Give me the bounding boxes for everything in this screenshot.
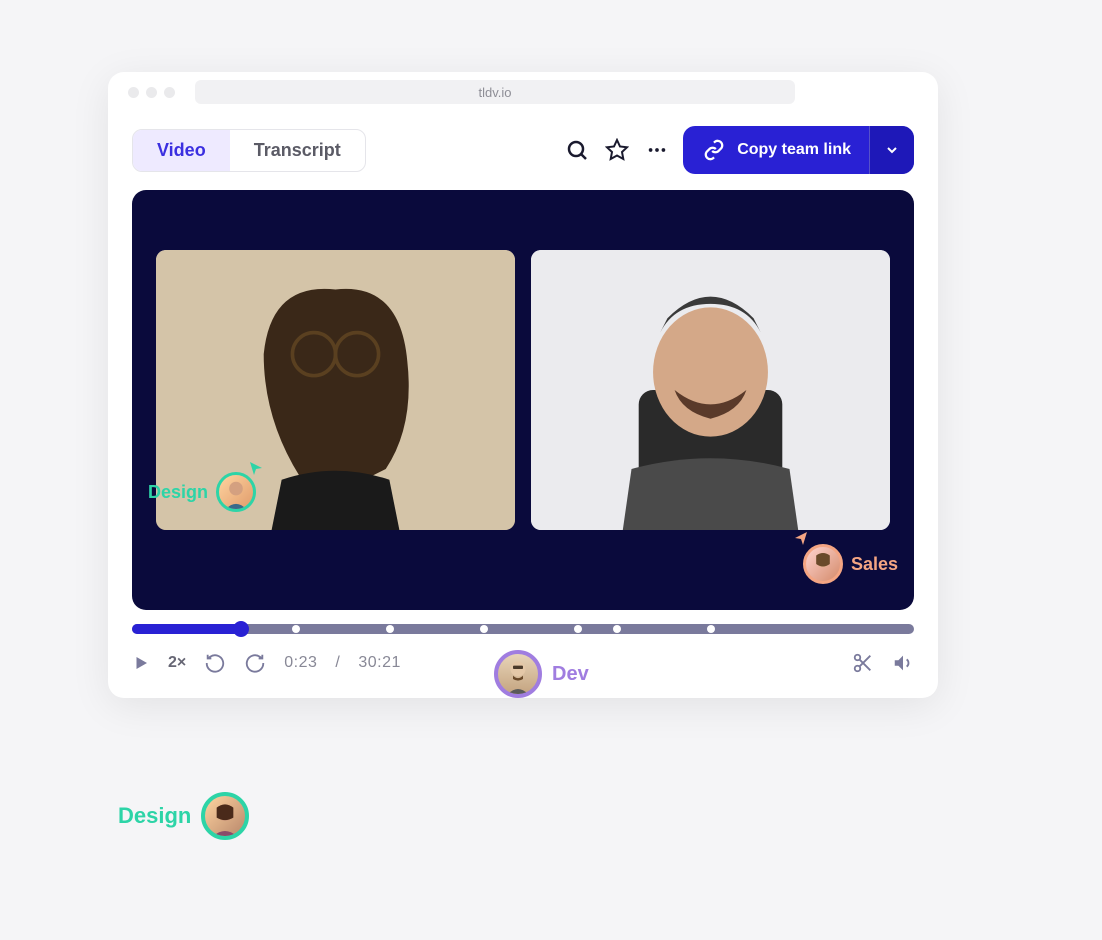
copy-link-chevron[interactable]	[869, 126, 914, 174]
traffic-light-maximize[interactable]	[164, 87, 175, 98]
search-icon[interactable]	[563, 136, 591, 164]
chevron-down-icon	[884, 142, 900, 158]
play-icon[interactable]	[132, 654, 150, 672]
badge-dev-avatar	[494, 650, 542, 698]
badge-dev-label: Dev	[552, 663, 589, 686]
cursor-pointer-icon	[235, 792, 249, 802]
traffic-light-minimize[interactable]	[146, 87, 157, 98]
progress-marker[interactable]	[480, 625, 488, 633]
url-text: tldv.io	[479, 85, 512, 100]
tab-video[interactable]: Video	[133, 130, 230, 171]
cursor-badge-dev: Dev	[494, 650, 589, 698]
progress-marker[interactable]	[613, 625, 621, 633]
playback-speed[interactable]: 2×	[168, 654, 186, 672]
progress-marker[interactable]	[292, 625, 300, 633]
browser-window: tldv.io Video Transcript Copy team link	[108, 72, 938, 698]
copy-link-label: Copy team link	[737, 141, 851, 159]
badge-design-avatar	[216, 472, 256, 512]
copy-team-link-button[interactable]: Copy team link	[683, 126, 914, 174]
clip-icon[interactable]	[852, 652, 874, 674]
tab-group: Video Transcript	[132, 129, 366, 172]
badge-design-outer-avatar	[201, 792, 249, 840]
tab-video-label: Video	[157, 140, 206, 160]
progress-bar[interactable]	[132, 624, 914, 634]
url-bar[interactable]: tldv.io	[195, 80, 795, 104]
progress-marker[interactable]	[386, 625, 394, 633]
badge-sales-avatar	[803, 544, 843, 584]
cursor-badge-design: Design	[148, 472, 256, 512]
traffic-light-close[interactable]	[128, 87, 139, 98]
badge-design-label: Design	[148, 482, 208, 503]
cursor-badge-sales: Sales	[803, 544, 898, 584]
toolbar: Video Transcript Copy team link	[108, 112, 938, 182]
total-time: 30:21	[358, 654, 401, 672]
star-icon[interactable]	[603, 136, 631, 164]
progress-marker[interactable]	[707, 625, 715, 633]
video-tile-2	[531, 250, 890, 530]
video-area[interactable]: Design Sales	[132, 190, 914, 610]
progress-marker[interactable]	[574, 625, 582, 633]
progress-fill	[132, 624, 241, 634]
time-separator: /	[335, 654, 340, 672]
rewind-10-icon[interactable]	[204, 652, 226, 674]
progress-thumb[interactable]	[233, 621, 249, 637]
browser-chrome: tldv.io	[108, 72, 938, 112]
cursor-badge-design-outer: Design	[118, 792, 249, 840]
volume-icon[interactable]	[892, 652, 914, 674]
cursor-pointer-icon	[793, 530, 809, 546]
link-icon	[703, 139, 725, 161]
current-time: 0:23	[284, 654, 317, 672]
badge-design-outer-label: Design	[118, 803, 191, 829]
more-icon[interactable]	[643, 136, 671, 164]
forward-10-icon[interactable]	[244, 652, 266, 674]
traffic-lights	[128, 87, 175, 98]
tab-transcript[interactable]: Transcript	[230, 130, 365, 171]
tab-transcript-label: Transcript	[254, 140, 341, 160]
cursor-pointer-icon	[248, 460, 264, 476]
badge-sales-label: Sales	[851, 554, 898, 575]
